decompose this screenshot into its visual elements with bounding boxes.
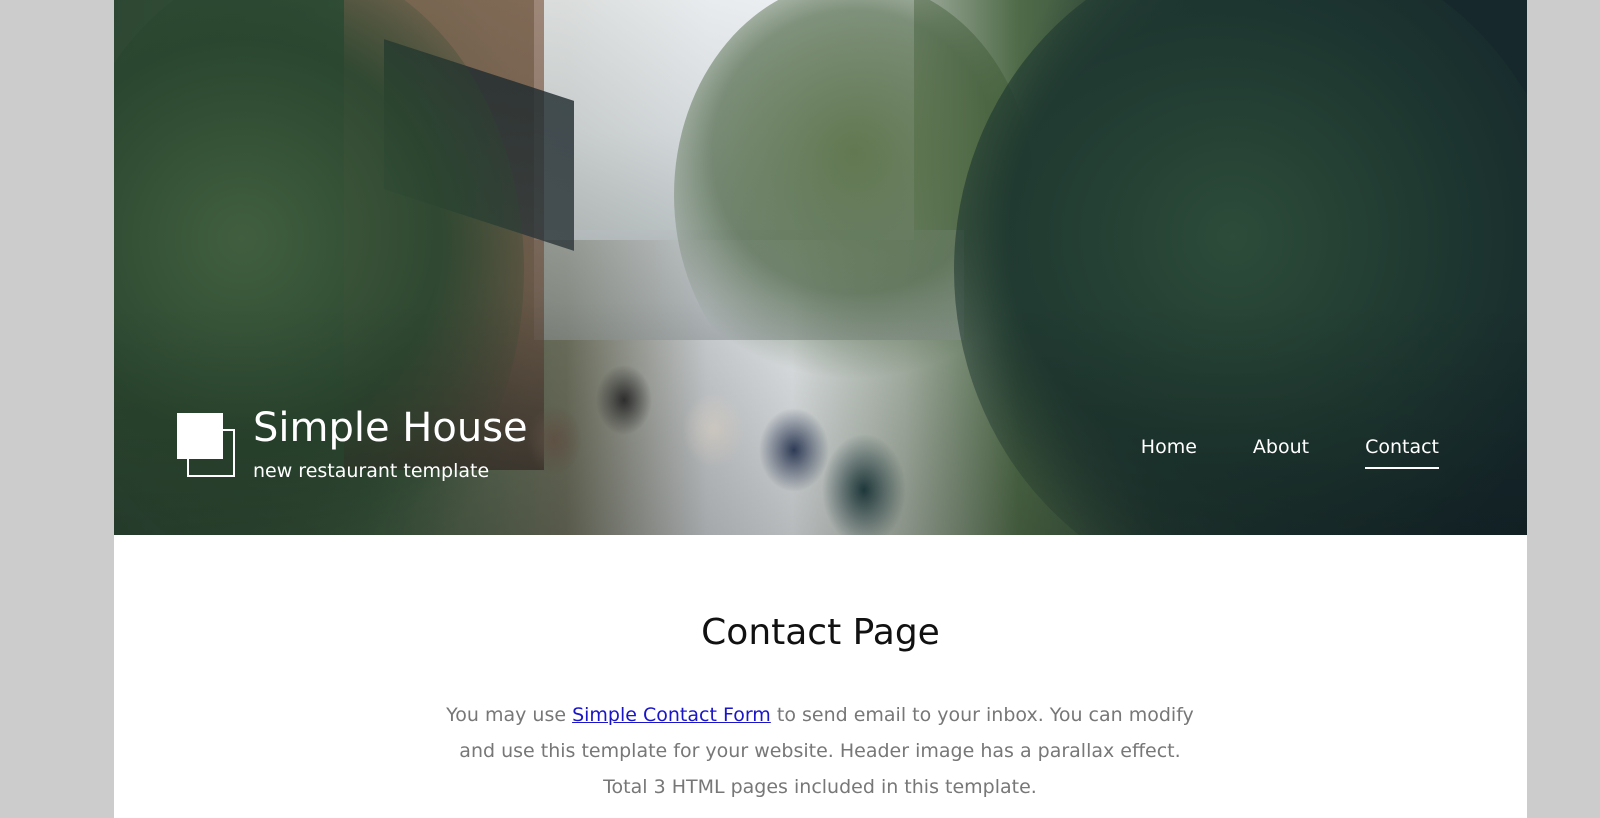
- brand-text: Simple House new restaurant template: [253, 405, 528, 483]
- intro-paragraph: You may use Simple Contact Form to send …: [420, 697, 1220, 805]
- intro-text-line2: and use this template for your website. …: [459, 740, 1181, 762]
- intro-text-line3: Total 3 HTML pages included in this temp…: [603, 776, 1037, 798]
- site-tagline: new restaurant template: [253, 460, 490, 482]
- nav-item-contact[interactable]: Contact: [1365, 435, 1439, 469]
- simple-contact-form-link[interactable]: Simple Contact Form: [572, 704, 771, 726]
- nav-item-about[interactable]: About: [1253, 435, 1309, 469]
- intro-text-before-link: You may use: [446, 704, 573, 726]
- page-container: Simple House new restaurant template Hom…: [114, 0, 1527, 818]
- logo-square-filled: [177, 413, 223, 459]
- hero-header: Simple House new restaurant template Hom…: [114, 0, 1527, 535]
- page-title: Contact Page: [701, 612, 940, 653]
- site-title[interactable]: Simple House: [253, 405, 528, 451]
- nav-item-home[interactable]: Home: [1141, 435, 1197, 469]
- overlapping-squares-icon: [177, 413, 239, 481]
- main-nav: Home About Contact: [1141, 435, 1439, 469]
- intro-text-after-link: to send email to your inbox. You can mod…: [770, 704, 1194, 726]
- main-content: Contact Page You may use Simple Contact …: [114, 535, 1527, 818]
- site-brand[interactable]: Simple House new restaurant template: [177, 405, 528, 485]
